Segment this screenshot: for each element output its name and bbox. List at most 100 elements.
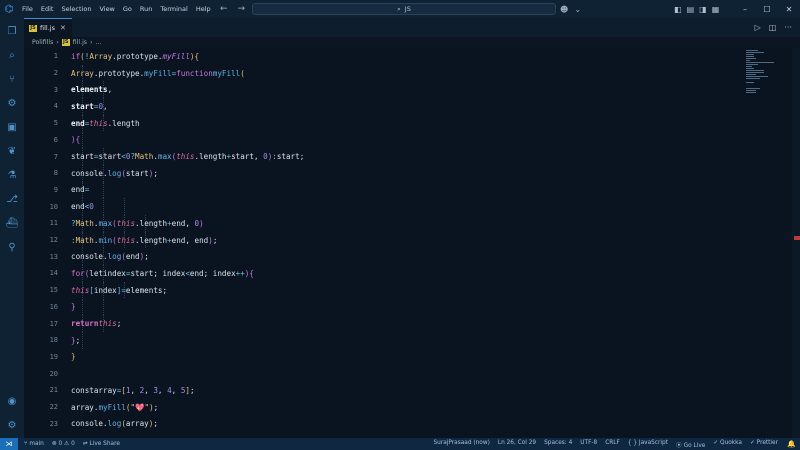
accounts-icon[interactable]: ◉ [0, 390, 24, 412]
explorer-icon[interactable]: ❐ [0, 20, 24, 42]
extensions-icon[interactable]: ▣ [0, 116, 24, 138]
testing-icon[interactable]: ⚗ [0, 164, 24, 186]
copilot-icon[interactable]: ☻ [560, 5, 568, 14]
line-number: 6 [53, 135, 58, 144]
quokka-button[interactable]: ✓ Quokka [713, 440, 742, 449]
git-branch[interactable]: ⑂ main [24, 441, 44, 447]
problems-count[interactable]: ⊗ 0 ⚠ 0 [52, 441, 75, 447]
minimap[interactable] [742, 48, 792, 438]
back-arrow-icon[interactable]: ← [220, 4, 228, 14]
code-text: elements, [71, 85, 113, 95]
breadcrumb: Polifills › JS fill.js › ... [24, 37, 800, 48]
code-text: console. log(array); [71, 419, 158, 429]
remote-explorer-icon[interactable]: ⚲ [0, 236, 24, 258]
javascript-file-icon: JS [29, 24, 37, 32]
run-debug-icon[interactable]: ⚙ [0, 92, 24, 114]
git-blame-author[interactable]: SurajPrasaad (now) [434, 440, 490, 449]
end-of-line[interactable]: CRLF [605, 440, 620, 449]
menu-terminal[interactable]: Terminal [156, 0, 191, 18]
code-text: array. myFill(" 💖 "); [71, 402, 159, 412]
code-editor[interactable]: 1 if (! Array. prototype. myFill) { 2 Array… [24, 48, 742, 438]
code-text: } [71, 302, 76, 312]
code-line: 3 elements, [24, 81, 742, 99]
quokka-text: Quokka [720, 439, 742, 446]
menu-view[interactable]: View [95, 0, 118, 18]
line-number: 21 [49, 386, 58, 395]
line-number: 16 [49, 302, 58, 311]
more-actions-icon[interactable]: ··· [784, 23, 792, 32]
live-share[interactable]: ⇌ Live Share [83, 441, 120, 447]
line-number: 1 [53, 52, 58, 61]
menu-go[interactable]: Go [119, 0, 136, 18]
menu-file[interactable]: File [18, 0, 37, 18]
git-graph-icon[interactable]: ⎇ [0, 188, 24, 210]
split-editor-icon[interactable]: ◫ [769, 23, 777, 32]
source-control-icon[interactable]: ⑂ [0, 68, 24, 90]
vscode-logo-icon: ⌬ [4, 3, 14, 15]
code-line: 17 return this; [24, 315, 742, 332]
notifications-bell-icon[interactable]: 🔔 [787, 440, 796, 448]
command-center-search[interactable]: ⌕ JS [252, 3, 556, 15]
breadcrumb-file[interactable]: fill.js [73, 39, 87, 46]
menu-edit[interactable]: Edit [37, 0, 58, 18]
breadcrumb-folder[interactable]: Polifills [32, 39, 53, 46]
line-number: 11 [49, 219, 58, 228]
toggle-panel-icon[interactable]: ▤ [687, 5, 695, 14]
code-line: 1 if (! Array. prototype. myFill) { [24, 48, 742, 65]
branch-name: main [29, 441, 44, 447]
code-text: console. log(end); [71, 252, 149, 262]
chevron-right-icon: › [56, 39, 59, 46]
search-icon: ⌕ [397, 4, 401, 13]
tab-label: fill.js [40, 24, 55, 32]
line-number: 15 [49, 286, 58, 295]
search-icon[interactable]: ⌕ [0, 44, 24, 66]
code-line: 4 start = 0, [24, 98, 742, 115]
manage-gear-icon[interactable]: ⚙ [0, 414, 24, 436]
line-number: 5 [53, 119, 58, 128]
toggle-sidebar-icon[interactable]: ◧ [674, 5, 682, 14]
language-mode[interactable]: { } JavaScript [628, 440, 668, 449]
line-number: 7 [53, 152, 58, 161]
docker-icon[interactable]: ⛴ [0, 212, 24, 234]
customize-layout-icon[interactable]: ▦ [712, 5, 720, 14]
menu-selection[interactable]: Selection [57, 0, 95, 18]
code-line: 18 }; [24, 331, 742, 349]
remote-indicator-icon[interactable]: ⋊ [0, 438, 18, 450]
activity-bar: ❐ ⌕ ⑂ ⚙ ▣ ❦ ⚗ ⎇ ⛴ ⚲ ◉ ⚙ [0, 18, 24, 438]
maximize-icon[interactable]: ☐ [756, 5, 778, 14]
vertical-scrollbar[interactable] [792, 48, 800, 438]
encoding[interactable]: UTF-8 [580, 440, 597, 449]
code-line: 9 end = [24, 181, 742, 199]
line-number: 10 [49, 202, 58, 211]
cursor-position[interactable]: Ln 26, Col 29 [498, 440, 536, 449]
breadcrumb-more[interactable]: ... [96, 39, 102, 46]
code-text: start = start < 0 ? Math. max(this. length… [71, 152, 305, 162]
status-bar: ⋊ ⑂ main ⊗ 0 ⚠ 0 ⇌ Live Share SurajPrasa… [0, 438, 800, 450]
forward-arrow-icon[interactable]: → [238, 4, 246, 14]
mongodb-leaf-icon[interactable]: ❦ [0, 140, 24, 162]
toggle-secondary-sidebar-icon[interactable]: ◨ [699, 5, 707, 14]
indentation[interactable]: Spaces: 4 [544, 440, 572, 449]
code-text: ? Math. max(this. length + end, 0) [71, 218, 204, 228]
tab-fill-js[interactable]: JS fill.js ✕ [24, 18, 72, 37]
go-live-button[interactable]: ⦿ Go Live [676, 440, 705, 449]
run-code-icon[interactable]: ▷ [755, 23, 761, 32]
menu-help[interactable]: Help [192, 0, 215, 18]
tab-bar: JS fill.js ✕ ▷ ◫ ··· [24, 18, 800, 37]
menu-run[interactable]: Run [136, 0, 156, 18]
code-text: if (! Array. prototype. myFill) { [71, 51, 200, 61]
code-text: end = [71, 185, 90, 195]
code-line: 13 console. log(end); [24, 248, 742, 266]
code-text: this[index] = elements; [71, 285, 168, 295]
prettier-button[interactable]: ✓ Prettier [750, 440, 778, 449]
chevron-down-icon[interactable]: ⌄ [574, 5, 581, 14]
menu-bar: File Edit Selection View Go Run Terminal… [18, 0, 215, 18]
code-text: console. log(start); [71, 168, 158, 178]
close-icon[interactable]: ✕ [60, 24, 66, 32]
code-line: 23 console. log(array); [24, 415, 742, 432]
line-number: 3 [53, 85, 58, 94]
code-line: 22 array. myFill(" 💖 "); [24, 399, 742, 416]
minimize-icon[interactable]: – [734, 5, 756, 14]
close-window-icon[interactable]: ✕ [778, 5, 800, 14]
line-number: 23 [49, 419, 58, 428]
